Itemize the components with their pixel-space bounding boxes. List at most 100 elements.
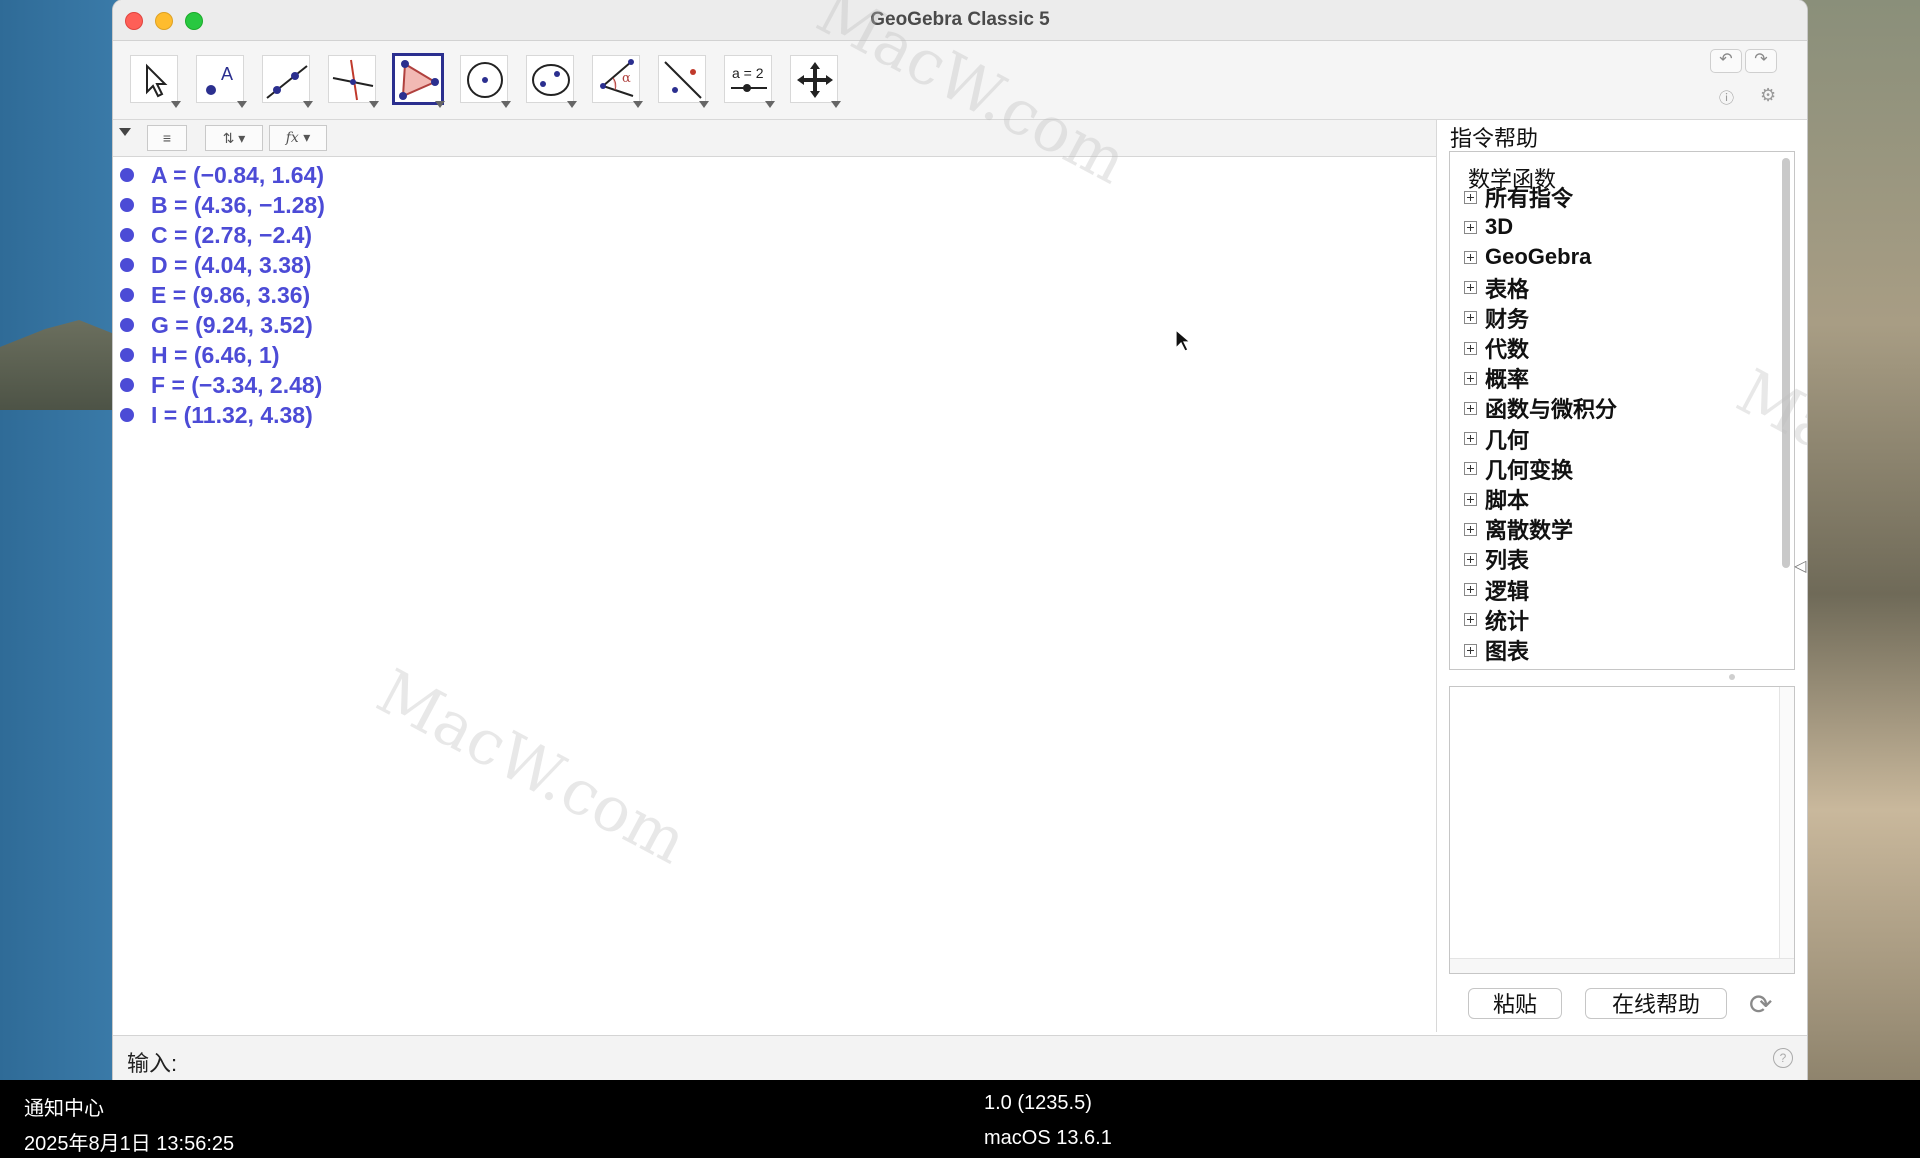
tree-item[interactable]: 逻辑 — [1464, 575, 1529, 605]
line-icon — [266, 65, 308, 99]
algebra-item[interactable]: I = (11.32, 4.38) — [113, 400, 1436, 430]
online-help-button[interactable]: 在线帮助 — [1585, 988, 1727, 1019]
algebra-item[interactable]: B = (4.36, −1.28) — [113, 190, 1436, 220]
svg-text:A: A — [221, 64, 233, 84]
tree-item[interactable]: 3D — [1464, 212, 1513, 242]
visibility-toggle[interactable] — [120, 168, 134, 182]
tree-item[interactable]: 函数与微积分 — [1464, 393, 1617, 423]
tree-item[interactable]: 脚本 — [1464, 484, 1529, 514]
tree-item[interactable]: GeoGebra — [1464, 242, 1591, 272]
expand-icon[interactable] — [1464, 371, 1477, 385]
algebra-item[interactable]: C = (2.78, −2.4) — [113, 220, 1436, 250]
tree-scrollbar[interactable] — [1782, 158, 1790, 568]
algebra-item-label[interactable]: G = (9.24, 3.52) — [151, 312, 313, 339]
tree-item[interactable]: 统计 — [1464, 605, 1529, 635]
angle-tool[interactable]: α — [592, 55, 643, 108]
move-graphics-tool[interactable] — [790, 55, 841, 108]
redo-icon[interactable]: ↷ — [1745, 49, 1777, 73]
expand-icon[interactable] — [1464, 432, 1477, 446]
move-tool[interactable] — [130, 55, 181, 108]
help-icon[interactable]: ? — [1773, 1048, 1793, 1068]
perpendicular-line-tool[interactable] — [328, 55, 379, 108]
tree-item[interactable]: 几何变换 — [1464, 454, 1573, 484]
polygon-tool[interactable] — [392, 53, 445, 108]
tree-item[interactable]: 表格 — [1464, 273, 1529, 303]
algebra-item-label[interactable]: B = (4.36, −1.28) — [151, 192, 325, 219]
visibility-toggle[interactable] — [120, 288, 134, 302]
visibility-toggle[interactable] — [120, 258, 134, 272]
expand-icon[interactable] — [1464, 462, 1477, 476]
description-scrollbar-h[interactable] — [1450, 958, 1794, 973]
algebra-item[interactable]: A = (−0.84, 1.64) — [113, 160, 1436, 190]
expand-icon[interactable] — [1464, 583, 1477, 597]
show-auxiliary-button[interactable]: ≡ — [147, 125, 187, 151]
refresh-icon[interactable]: ⟳ — [1749, 988, 1772, 1021]
visibility-toggle[interactable] — [120, 228, 134, 242]
circle-icon — [467, 62, 503, 98]
visibility-toggle[interactable] — [120, 408, 134, 422]
collapse-icon[interactable] — [119, 128, 131, 136]
expand-icon[interactable] — [1464, 250, 1477, 264]
expand-icon[interactable] — [1464, 190, 1477, 204]
ellipse-tool[interactable] — [526, 55, 577, 108]
circle-tool[interactable] — [460, 55, 511, 108]
algebra-item[interactable]: E = (9.86, 3.36) — [113, 280, 1436, 310]
tree-item-label: 函数与微积分 — [1485, 397, 1618, 423]
expand-icon[interactable] — [1464, 281, 1477, 295]
visibility-toggle[interactable] — [120, 378, 134, 392]
undo-icon[interactable]: ↶ — [1710, 49, 1742, 73]
split-handle[interactable] — [1729, 674, 1735, 680]
command-description — [1449, 686, 1795, 974]
visibility-toggle[interactable] — [120, 348, 134, 362]
line-tool[interactable] — [262, 55, 313, 108]
algebra-item[interactable]: G = (9.24, 3.52) — [113, 310, 1436, 340]
tree-item[interactable]: 概率 — [1464, 363, 1529, 393]
panel-divider[interactable] — [1436, 120, 1437, 1032]
algebra-item[interactable]: D = (4.04, 3.38) — [113, 250, 1436, 280]
input-field[interactable] — [183, 1042, 1777, 1076]
tree-item[interactable]: 离散数学 — [1464, 514, 1573, 544]
expand-icon[interactable] — [1464, 341, 1477, 355]
expand-icon[interactable] — [1464, 613, 1477, 627]
visibility-toggle[interactable] — [120, 198, 134, 212]
expand-icon[interactable] — [1464, 522, 1477, 536]
help-icon[interactable]: ⓘ — [1719, 87, 1734, 108]
algebra-item[interactable]: F = (−3.34, 2.48) — [113, 370, 1436, 400]
algebra-item-label[interactable]: E = (9.86, 3.36) — [151, 282, 310, 309]
algebra-item-label[interactable]: I = (11.32, 4.38) — [151, 402, 313, 429]
algebra-item-label[interactable]: H = (6.46, 1) — [151, 342, 279, 369]
algebra-header: ≡ ⇅ ▾ fx ▾ — [113, 120, 1436, 157]
gear-icon[interactable]: ⚙ — [1760, 85, 1776, 106]
algebra-item-label[interactable]: C = (2.78, −2.4) — [151, 222, 312, 249]
expand-icon[interactable] — [1464, 552, 1477, 566]
paste-button[interactable]: 粘贴 — [1468, 988, 1562, 1019]
tree-item-label: 几何 — [1485, 427, 1530, 453]
algebra-item-label[interactable]: D = (4.04, 3.38) — [151, 252, 311, 279]
expand-icon[interactable] — [1464, 401, 1477, 415]
angle-icon: α — [600, 59, 634, 97]
tree-item[interactable]: 几何 — [1464, 424, 1529, 454]
tree-item-label: 表格 — [1485, 276, 1530, 302]
algebra-item[interactable]: H = (6.46, 1) — [113, 340, 1436, 370]
point-tool[interactable]: A — [196, 55, 247, 108]
tree-item[interactable]: 财务 — [1464, 303, 1529, 333]
collapse-panel-icon[interactable]: ◁ — [1794, 556, 1806, 576]
sort-button[interactable]: ⇅ ▾ — [205, 125, 263, 151]
tree-item[interactable]: 列表 — [1464, 544, 1529, 574]
fx-button[interactable]: fx ▾ — [269, 125, 327, 151]
visibility-toggle[interactable] — [120, 318, 134, 332]
tree-item[interactable]: 所有指令 — [1464, 182, 1573, 212]
chevron-down-icon — [237, 101, 247, 108]
expand-icon[interactable] — [1464, 492, 1477, 506]
tree-item[interactable]: 代数 — [1464, 333, 1529, 363]
description-scrollbar-v[interactable] — [1779, 687, 1794, 973]
reflect-tool[interactable] — [658, 55, 709, 108]
expand-icon[interactable] — [1464, 220, 1477, 234]
expand-icon[interactable] — [1464, 643, 1477, 657]
algebra-item-label[interactable]: A = (−0.84, 1.64) — [151, 162, 324, 189]
tree-item-label: 3D — [1485, 214, 1514, 240]
tree-item[interactable]: 图表 — [1464, 635, 1529, 665]
slider-tool[interactable]: a = 2 — [724, 55, 775, 108]
algebra-item-label[interactable]: F = (−3.34, 2.48) — [151, 372, 322, 399]
expand-icon[interactable] — [1464, 311, 1477, 325]
